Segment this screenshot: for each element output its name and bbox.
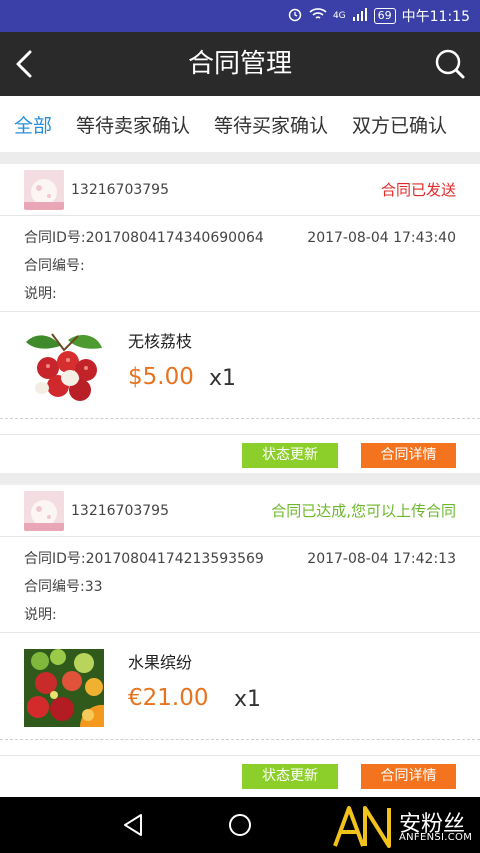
- tab-awaiting-buyer[interactable]: 等待买家确认: [202, 111, 340, 138]
- contract-status: 合同已达成,您可以上传合同: [271, 502, 456, 520]
- wifi-icon: [309, 7, 327, 25]
- contract-date: 2017-08-04 17:43:40: [307, 230, 456, 246]
- contract-number-label: 合同编号:: [24, 258, 85, 274]
- battery-indicator: 69: [373, 8, 396, 24]
- nav-home-button[interactable]: [226, 811, 254, 843]
- contract-detail-button[interactable]: 合同详情: [361, 764, 456, 789]
- seller-phone: 13216703795: [71, 503, 169, 519]
- card-actions: 状态更新 合同详情: [0, 755, 480, 794]
- product-quantity: x1: [234, 687, 262, 712]
- contract-id-row: 合同ID号:20170804174340690064: [24, 224, 264, 252]
- product-row[interactable]: 无核荔枝 $5.00 x1: [0, 312, 480, 419]
- tab-all[interactable]: 全部: [0, 111, 64, 138]
- contract-card[interactable]: 13216703795 合同已发送 合同ID号:2017080417434069…: [0, 164, 480, 473]
- card-actions: 状态更新 合同详情: [0, 434, 480, 473]
- card-header: 13216703795 合同已达成,您可以上传合同: [0, 485, 480, 537]
- contract-number-row: 合同编号:33: [24, 573, 103, 601]
- product-price: €21.00: [128, 685, 209, 711]
- search-button[interactable]: [430, 44, 470, 84]
- contract-desc-row: 说明:: [24, 280, 57, 308]
- seller-phone: 13216703795: [71, 182, 169, 198]
- an-logo-icon: [333, 806, 391, 848]
- contract-desc-row: 说明:: [24, 601, 57, 629]
- watermark-url: ANFENSI.COM: [399, 832, 473, 843]
- contract-info: 合同ID号:20170804174340690064 2017-08-04 17…: [0, 216, 480, 312]
- search-icon: [435, 49, 465, 79]
- contract-date: 2017-08-04 17:42:13: [307, 551, 456, 567]
- contract-detail-button[interactable]: 合同详情: [361, 443, 456, 468]
- contract-desc-label: 说明:: [24, 607, 57, 623]
- contract-desc-label: 说明:: [24, 286, 57, 302]
- nav-back-button[interactable]: [120, 811, 148, 843]
- product-price: $5.00: [128, 364, 194, 390]
- contract-number-value: 33: [84, 579, 103, 595]
- network-label: 4G: [332, 11, 346, 21]
- status-update-button[interactable]: 状态更新: [242, 443, 338, 468]
- product-row[interactable]: 水果缤纷 €21.00 x1: [0, 633, 480, 740]
- dashed-divider: [0, 418, 480, 419]
- contract-status: 合同已发送: [380, 181, 456, 199]
- page-title: 合同管理: [187, 49, 292, 79]
- signal-icon: [352, 7, 368, 25]
- product-image: [24, 649, 104, 727]
- status-update-button[interactable]: 状态更新: [242, 764, 338, 789]
- contract-number-label: 合同编号:: [24, 579, 85, 595]
- product-name: 无核荔枝: [128, 332, 193, 351]
- dashed-divider: [0, 739, 480, 740]
- divider: [0, 152, 480, 164]
- tab-bar: 全部 等待卖家确认 等待买家确认 双方已确认: [0, 96, 480, 152]
- status-time: 中午11:15: [401, 9, 470, 25]
- watermark-logo: 安粉丝 ANFENSI.COM: [333, 804, 480, 848]
- contract-id-label: 合同ID号:: [24, 551, 86, 567]
- tab-awaiting-seller[interactable]: 等待卖家确认: [64, 111, 202, 138]
- contract-id-value: 20170804174213593569: [85, 551, 264, 567]
- divider: [0, 473, 480, 485]
- title-bar: 合同管理: [0, 32, 480, 96]
- contract-number-row: 合同编号:: [24, 252, 85, 280]
- tab-both-confirmed[interactable]: 双方已确认: [340, 111, 459, 138]
- contract-card[interactable]: 13216703795 合同已达成,您可以上传合同 合同ID号:20170804…: [0, 485, 480, 794]
- status-bar: 4G 69 中午11:15: [0, 0, 480, 32]
- card-header: 13216703795 合同已发送: [0, 164, 480, 216]
- alarm-icon: [287, 6, 303, 26]
- product-image: [24, 328, 104, 406]
- triangle-back-icon: [124, 814, 142, 836]
- contract-id-value: 20170804174340690064: [85, 230, 264, 246]
- product-name: 水果缤纷: [128, 653, 193, 672]
- contract-info: 合同ID号:20170804174213593569 2017-08-04 17…: [0, 537, 480, 633]
- circle-home-icon: [229, 814, 251, 836]
- contract-id-label: 合同ID号:: [24, 230, 86, 246]
- contract-id-row: 合同ID号:20170804174213593569: [24, 545, 264, 573]
- avatar: [24, 491, 64, 531]
- product-quantity: x1: [209, 366, 237, 391]
- avatar: [24, 170, 64, 210]
